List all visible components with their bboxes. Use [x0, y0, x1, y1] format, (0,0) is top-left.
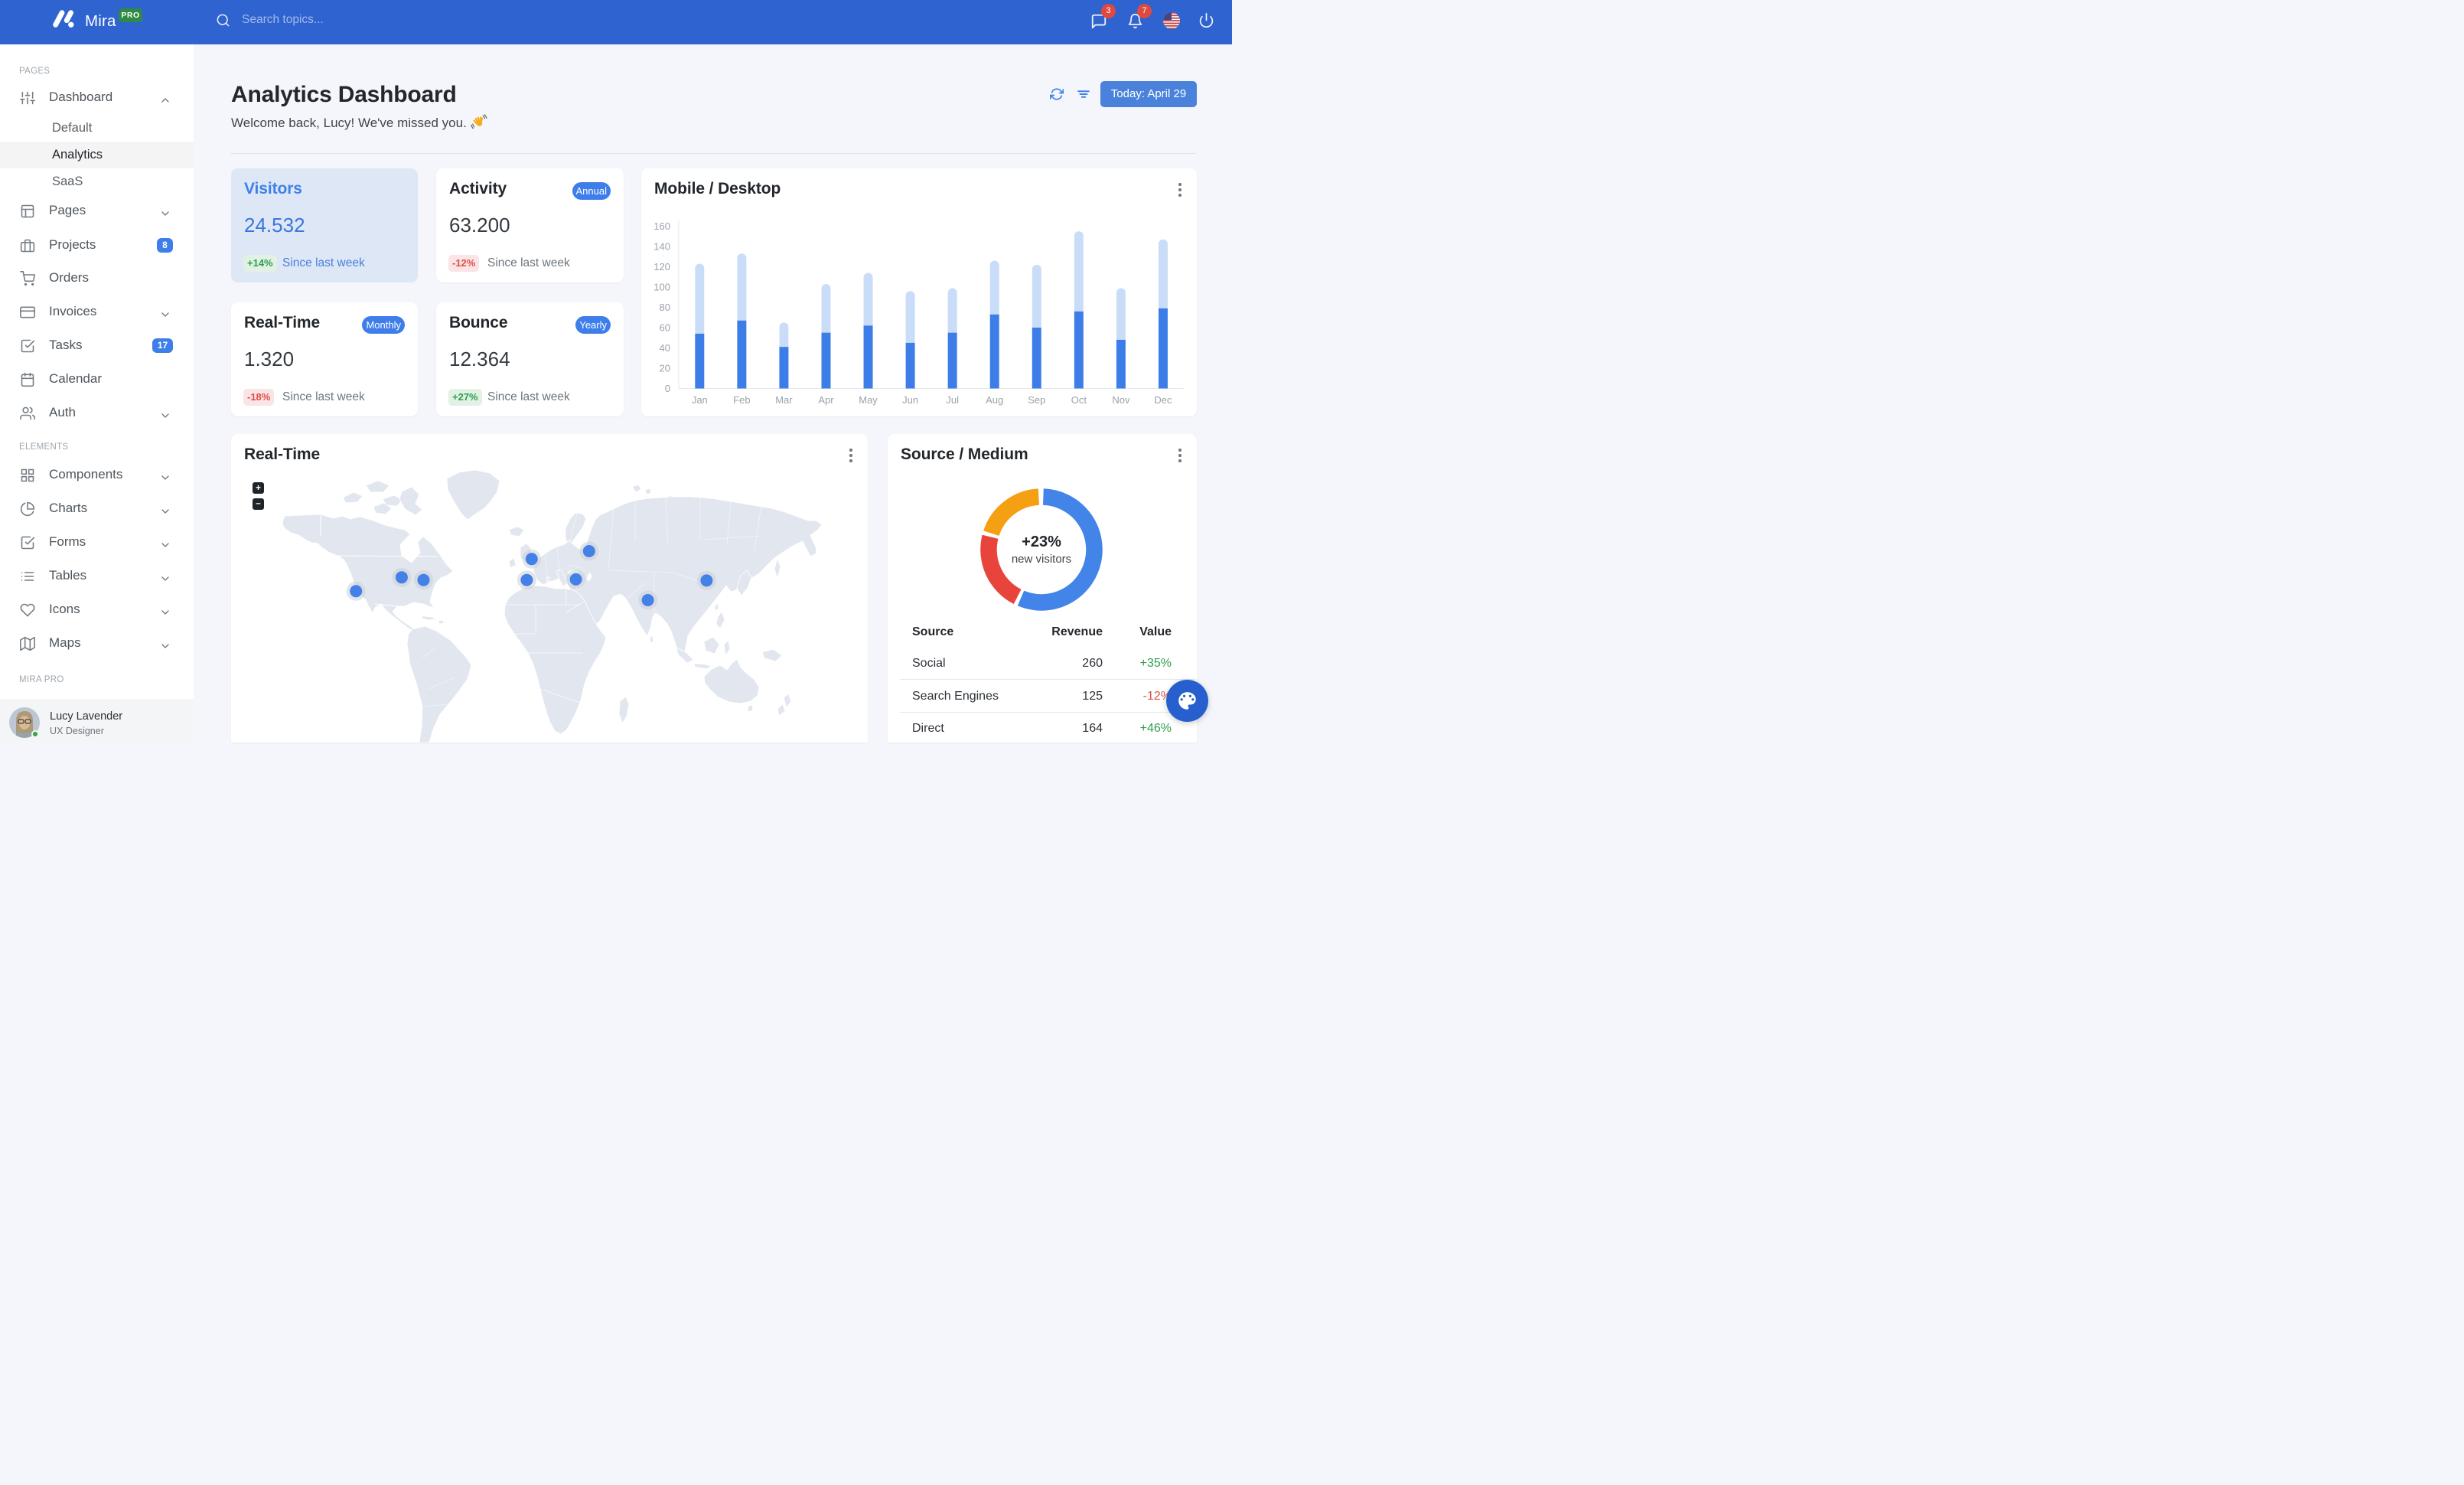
svg-text:60: 60	[660, 322, 670, 334]
svg-text:160: 160	[653, 220, 670, 232]
svg-text:0: 0	[665, 383, 670, 394]
svg-text:100: 100	[653, 282, 670, 293]
svg-text:80: 80	[660, 302, 670, 313]
svg-text:May: May	[859, 394, 878, 406]
svg-text:Jan: Jan	[692, 394, 708, 406]
svg-text:Oct: Oct	[1071, 394, 1087, 406]
svg-text:Dec: Dec	[1154, 394, 1172, 406]
svg-text:Jun: Jun	[902, 394, 918, 406]
svg-text:Apr: Apr	[818, 394, 834, 406]
svg-text:Sep: Sep	[1028, 394, 1045, 406]
svg-text:40: 40	[660, 342, 670, 354]
svg-text:Nov: Nov	[1112, 394, 1130, 406]
svg-text:Jul: Jul	[946, 394, 959, 406]
svg-text:Mar: Mar	[775, 394, 793, 406]
svg-text:120: 120	[653, 261, 670, 273]
svg-text:Aug: Aug	[986, 394, 1003, 406]
svg-text:Feb: Feb	[733, 394, 750, 406]
svg-text:140: 140	[653, 241, 670, 253]
svg-text:20: 20	[660, 363, 670, 374]
